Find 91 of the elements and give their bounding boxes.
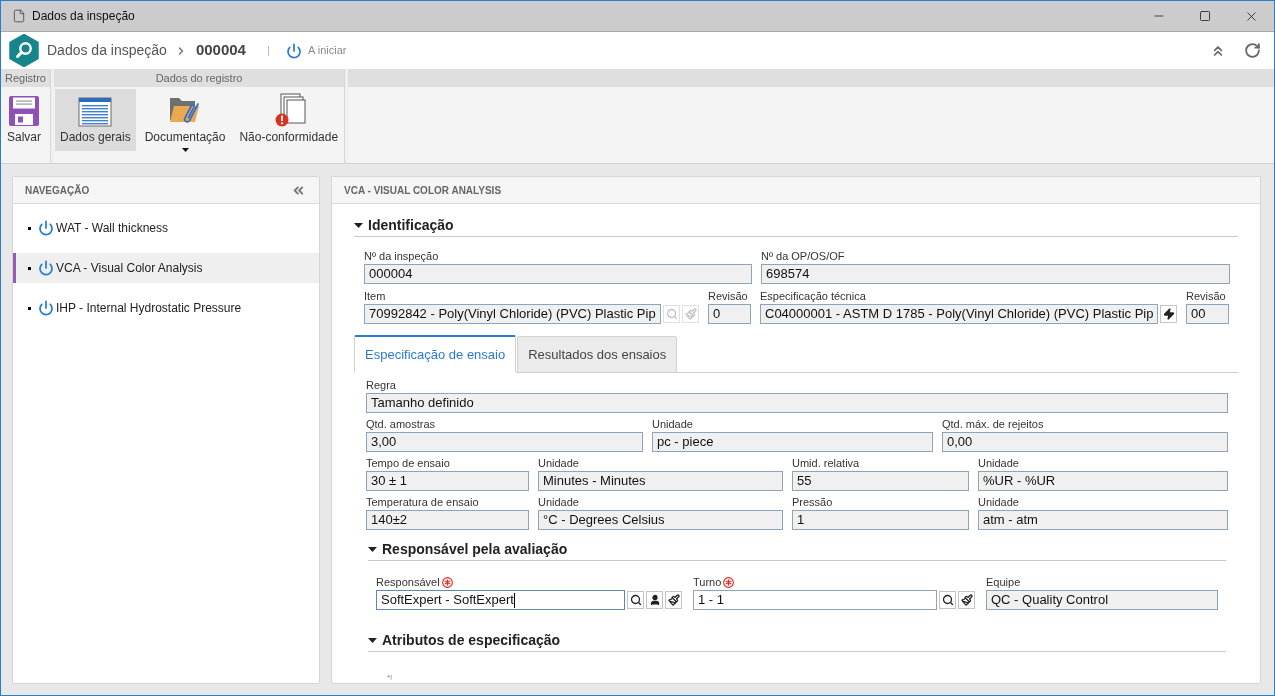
field-label: Unidade [978, 496, 1019, 509]
bullet-icon [28, 266, 31, 270]
field-label: Unidade [538, 496, 579, 509]
field-label: Nº da OP/OS/OF [761, 250, 845, 263]
field-label: Pressão [792, 496, 833, 509]
user-icon [648, 594, 661, 606]
panel-title: NAVEGAÇÃO [25, 183, 90, 198]
field-label: Tempo de ensaio [366, 457, 450, 470]
clear-button[interactable] [958, 591, 975, 609]
document-icon [12, 9, 26, 23]
text-field[interactable]: SoftExpert - SoftExpert [376, 590, 625, 610]
power-icon [285, 42, 302, 59]
text-field[interactable]: 00 [1186, 304, 1229, 324]
text-field[interactable]: 0 [708, 304, 751, 324]
search-button[interactable] [627, 591, 644, 609]
text-field[interactable]: 1 - 1 [693, 590, 937, 610]
field-label: Turno [693, 576, 722, 589]
window-title: Dados da inspeção [32, 8, 135, 25]
power-icon [38, 220, 54, 236]
status-text: A iniciar [307, 43, 347, 59]
section-title: Atributos de especificação [382, 630, 561, 650]
brush-icon [960, 594, 973, 606]
search-button[interactable] [939, 591, 956, 609]
search-icon [629, 594, 642, 606]
text-field[interactable]: %UR - %UR [978, 471, 1228, 491]
section-title: Identificação [368, 215, 454, 235]
panel-title: VCA - VISUAL COLOR ANALYSIS [344, 183, 502, 198]
brush-icon [684, 308, 697, 320]
text-field[interactable]: Tamanho definido [366, 393, 1228, 413]
section-title: Responsável pela avaliação [382, 539, 568, 559]
field-label: Responsável [376, 576, 440, 589]
search-icon [665, 308, 678, 320]
text-field[interactable]: 140±2 [366, 510, 529, 530]
field-label: Especificação técnica [760, 290, 866, 303]
note-text: *! [387, 673, 393, 682]
maximize-icon [1199, 10, 1211, 22]
lightning-icon [1162, 308, 1175, 320]
field-label: Item [364, 290, 386, 303]
text-field[interactable]: 70992842 - Poly(Vinyl Chloride) (PVC) Plastic Pip [364, 304, 661, 324]
nav-item[interactable]: WAT - Wall thickness [13, 213, 319, 243]
text-field[interactable]: °C - Degrees Celsius [538, 510, 783, 530]
text-field[interactable]: 30 ± 1 [366, 471, 529, 491]
field-label: Equipe [986, 576, 1021, 589]
text-field[interactable]: QC - Quality Control [986, 590, 1218, 610]
text-field[interactable]: 55 [792, 471, 969, 491]
general-data-button[interactable]: Dados gerais [54, 89, 136, 151]
field-label: Unidade [652, 418, 693, 431]
text-field[interactable]: 698574 [761, 264, 1230, 284]
text-field[interactable]: 0,00 [942, 432, 1228, 452]
action-button[interactable] [1160, 305, 1177, 323]
field-label: Regra [366, 379, 396, 392]
field-label: Qtd. máx. de rejeitos [942, 418, 1044, 431]
window-list-icon [78, 97, 113, 127]
field-label: Umid. relativa [792, 457, 860, 470]
user-button[interactable] [646, 591, 663, 609]
text-field[interactable]: C04000001 - ASTM D 1785 - Poly(Vinyl Chloride) (PVC) Plastic Pip [760, 304, 1158, 324]
text-field[interactable]: 000004 [364, 264, 752, 284]
brush-icon [667, 594, 680, 606]
refresh-button[interactable] [1242, 40, 1262, 61]
clear-button[interactable] [665, 591, 682, 609]
bullet-icon [28, 306, 31, 310]
group-title: Registro [5, 70, 46, 86]
field-label: Qtd. amostras [366, 418, 436, 431]
tab[interactable]: Resultados dos ensaios [517, 336, 678, 373]
documents-button[interactable]: Documentação [139, 89, 231, 155]
field-label: Unidade [538, 457, 579, 470]
nonconformity-button[interactable]: Não-conformidade [234, 89, 344, 151]
field-label: Revisão [708, 290, 748, 303]
refresh-icon [1243, 42, 1261, 59]
nav-item[interactable]: IHP - Internal Hydrostatic Pressure [13, 293, 319, 323]
record-number: 000004 [195, 40, 246, 61]
module-title: Dados da inspeção [47, 41, 167, 60]
bullet-icon [28, 226, 31, 230]
power-icon [38, 260, 54, 276]
tab[interactable]: Especificação de ensaio [354, 335, 517, 373]
text-field[interactable]: atm - atm [978, 510, 1228, 530]
caret-down-icon[interactable] [368, 637, 377, 643]
field-label: Unidade [978, 457, 1019, 470]
caret-down-icon[interactable] [354, 222, 363, 228]
field-label: Revisão [1186, 290, 1226, 303]
power-icon [38, 300, 54, 316]
search-icon [941, 594, 954, 606]
field-label: Temperatura de ensaio [366, 496, 479, 509]
text-field[interactable]: 1 [792, 510, 969, 530]
text-field[interactable]: Minutes - Minutes [538, 471, 783, 491]
text-field[interactable]: pc - piece [652, 432, 933, 452]
text-field[interactable]: 3,00 [366, 432, 643, 452]
nav-item[interactable]: VCA - Visual Color Analysis [13, 253, 319, 283]
group-title: Dados do registro [155, 70, 243, 86]
caret-down-icon[interactable] [368, 546, 377, 552]
field-label: Nº da inspeção [364, 250, 439, 263]
